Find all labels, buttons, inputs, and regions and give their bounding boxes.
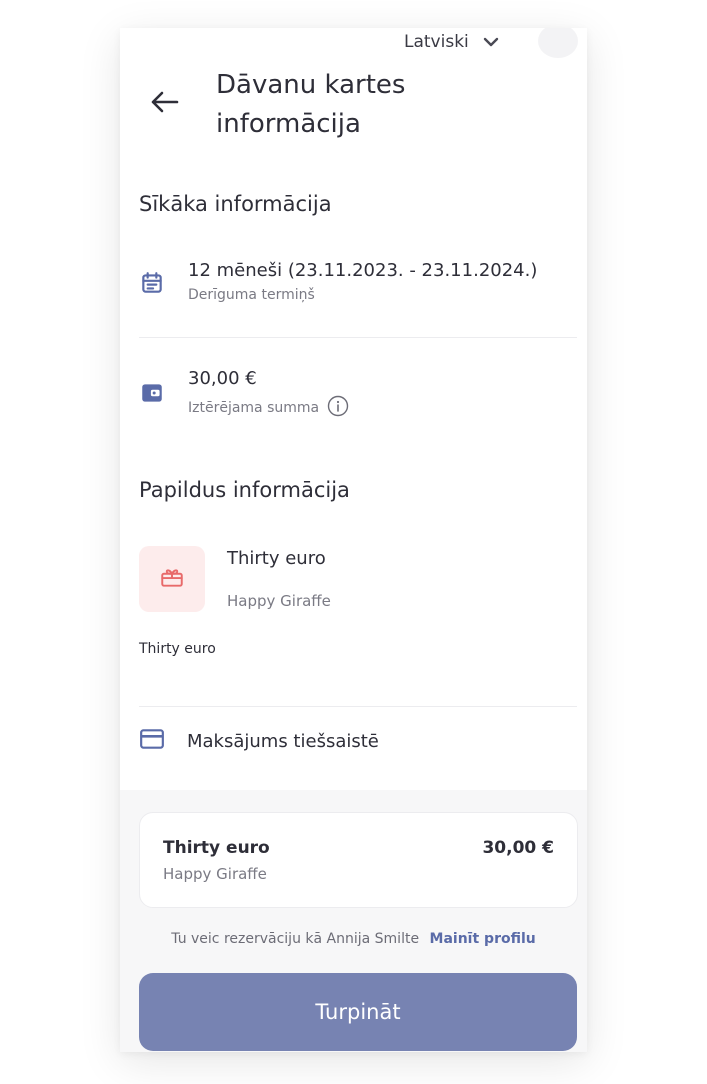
- validity-label-text: Derīguma termiņš: [188, 287, 315, 303]
- validity-value: 12 mēneši (23.11.2023. - 23.11.2024.): [188, 260, 538, 281]
- amount-label: Iztērējama summa: [188, 395, 349, 421]
- gift-description: Thirty euro: [139, 641, 216, 657]
- summary-price: 30,00 €: [482, 838, 554, 858]
- summary-name: Thirty euro: [163, 838, 270, 858]
- order-summary-card: Thirty euro Happy Giraffe 30,00 €: [139, 812, 578, 908]
- summary-vendor: Happy Giraffe: [163, 865, 267, 883]
- page-title: Dāvanu kartes informācija: [216, 70, 406, 139]
- chevron-down-icon: [483, 37, 499, 47]
- language-label: Latviski: [404, 32, 469, 52]
- booking-text: Tu veic rezervāciju kā Annija Smilte: [171, 931, 420, 947]
- wallet-icon: [139, 380, 167, 408]
- avatar[interactable]: [538, 28, 578, 58]
- amount-label-text: Iztērējama summa: [188, 400, 320, 416]
- gift-thumbnail: [139, 546, 205, 612]
- payment-method-option[interactable]: Maksājums tiešsaistē: [139, 728, 379, 755]
- payment-method-label: Maksājums tiešsaistē: [187, 731, 379, 752]
- language-selector[interactable]: Latviski: [404, 30, 499, 54]
- amount-value: 30,00 €: [188, 368, 257, 389]
- arrow-left-icon: [149, 90, 179, 118]
- divider: [139, 337, 577, 338]
- calendar-icon: [139, 270, 167, 298]
- validity-label: Derīguma termiņš: [188, 287, 315, 303]
- checkout-footer: Thirty euro Happy Giraffe 30,00 € Tu vei…: [120, 790, 587, 1052]
- continue-button[interactable]: Turpināt: [139, 973, 577, 1051]
- info-icon[interactable]: [327, 395, 349, 421]
- change-profile-link[interactable]: Mainīt profilu: [430, 931, 536, 947]
- gift-icon: [159, 564, 185, 594]
- gift-name: Thirty euro: [227, 548, 326, 569]
- credit-card-icon: [139, 728, 165, 755]
- gift-vendor: Happy Giraffe: [227, 592, 331, 610]
- back-button[interactable]: [146, 86, 182, 122]
- gift-card-panel: Latviski Dāvanu kartes informācija Sīkāk…: [120, 28, 587, 1052]
- booking-note: Tu veic rezervāciju kā Annija Smilte Mai…: [120, 931, 587, 947]
- divider: [139, 706, 577, 707]
- details-section-title: Sīkāka informācija: [139, 192, 332, 216]
- additional-section-title: Papildus informācija: [139, 478, 350, 502]
